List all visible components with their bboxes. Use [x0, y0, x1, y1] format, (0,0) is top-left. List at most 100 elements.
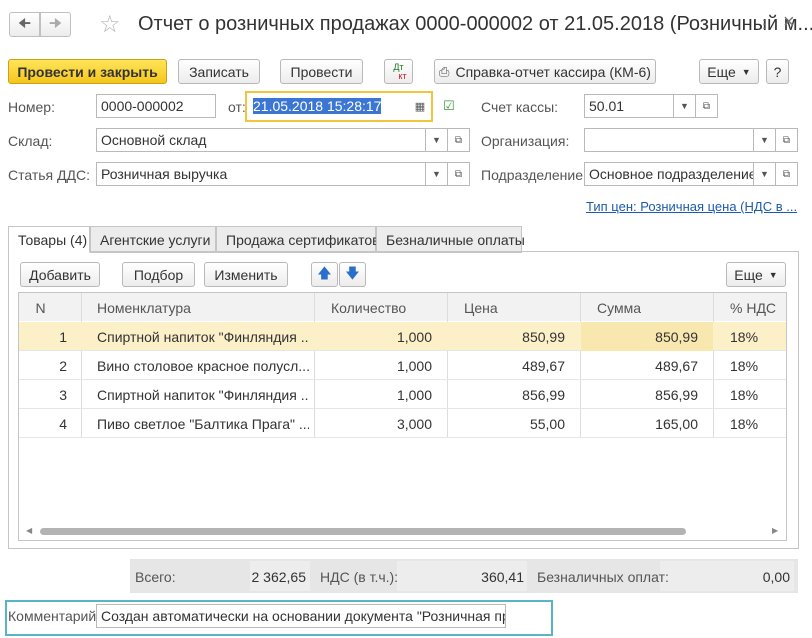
- cashless-label: Безналичных оплат:: [537, 569, 669, 585]
- printer-icon: ⎙: [439, 63, 450, 79]
- open-icon: ⧉: [782, 168, 791, 180]
- chevron-down-icon: ▼: [768, 269, 778, 280]
- row-price: 850,99: [522, 328, 565, 345]
- arrow-left-icon: 🠈: [17, 14, 31, 31]
- select-button[interactable]: Подбор: [122, 262, 195, 287]
- kt-label: кт: [398, 70, 407, 81]
- col-price[interactable]: Цена: [464, 293, 564, 322]
- organization-field[interactable]: [584, 128, 754, 152]
- row-number: 4: [59, 415, 67, 432]
- chevron-down-icon: ▼: [432, 169, 441, 179]
- row-vat: 18%: [730, 328, 759, 345]
- table-more-button[interactable]: Еще ▼: [726, 262, 786, 287]
- division-dropdown[interactable]: ▼: [754, 162, 776, 186]
- cash-flow-field[interactable]: Розничная выручка: [96, 162, 426, 186]
- col-sum[interactable]: Сумма: [597, 293, 697, 322]
- back-button[interactable]: 🠈: [9, 12, 40, 37]
- forward-button[interactable]: 🠊: [40, 12, 71, 37]
- move-up-button[interactable]: 🡅: [311, 262, 338, 287]
- tab-agent-services[interactable]: Агентские услуги: [90, 226, 216, 253]
- row-vat: 18%: [730, 415, 759, 432]
- page-title: Отчет о розничных продажах 0000-000002 о…: [138, 13, 812, 35]
- open-icon: ⧉: [454, 134, 463, 146]
- col-qty[interactable]: Количество: [331, 293, 441, 322]
- post-and-close-button[interactable]: Провести и закрыть: [8, 59, 167, 84]
- cashier-report-button[interactable]: ⎙ Справка-отчет кассира (КМ-6): [434, 59, 656, 84]
- organization-label: Организация:: [481, 133, 570, 149]
- organization-dropdown[interactable]: ▼: [754, 128, 776, 152]
- chevron-down-icon: ▼: [432, 135, 441, 145]
- open-icon: ⧉: [702, 100, 711, 112]
- col-name[interactable]: Номенклатура: [97, 293, 297, 322]
- chevron-down-icon: ▼: [760, 169, 769, 179]
- col-n[interactable]: N: [19, 293, 62, 322]
- comment-label: Комментарий:: [8, 608, 101, 624]
- cash-flow-label: Статья ДДС:: [8, 167, 90, 183]
- total-value: 2 362,65: [251, 569, 307, 585]
- row-name: Пиво светлое "Балтика Прага" ...: [97, 415, 309, 432]
- more-button[interactable]: Еще ▼: [699, 59, 759, 84]
- row-sum: 165,00: [655, 415, 698, 432]
- warehouse-open[interactable]: ⧉: [448, 128, 470, 152]
- open-icon: ⧉: [782, 134, 791, 146]
- more-icon[interactable]: ⋮: [758, 17, 770, 31]
- close-icon[interactable]: ×: [783, 11, 795, 34]
- row-qty: 3,000: [396, 415, 432, 432]
- col-vat[interactable]: % НДС: [730, 293, 786, 322]
- price-type-link[interactable]: Тип цен: Розничная цена (НДС в ...: [586, 199, 797, 214]
- cashier-report-label: Справка-отчет кассира (КМ-6): [455, 63, 651, 80]
- arrow-down-icon: 🡇: [345, 264, 360, 281]
- more-label: Еще: [707, 63, 736, 80]
- dt-kt-button[interactable]: Дт кт: [384, 59, 413, 84]
- total-label: Всего:: [135, 569, 176, 585]
- cash-account-dropdown[interactable]: ▼: [674, 94, 696, 118]
- post-button[interactable]: Провести: [280, 59, 363, 84]
- date-field[interactable]: 21.05.2018 15:28:17: [249, 94, 409, 118]
- tab-goods[interactable]: Товары (4): [8, 226, 90, 253]
- warehouse-label: Склад:: [8, 133, 53, 149]
- help-button[interactable]: ?: [766, 59, 789, 84]
- number-field[interactable]: 0000-000002: [96, 94, 216, 118]
- comment-field[interactable]: Создан автоматически на основании докуме…: [96, 604, 506, 628]
- division-open[interactable]: ⧉: [776, 162, 798, 186]
- horizontal-scrollbar[interactable]: [40, 528, 686, 535]
- save-button[interactable]: Записать: [178, 59, 260, 84]
- table-more-label: Еще: [734, 266, 763, 283]
- chevron-down-icon: ▼: [760, 135, 769, 145]
- row-number: 2: [59, 357, 67, 374]
- warehouse-dropdown[interactable]: ▼: [426, 128, 448, 152]
- row-qty: 1,000: [396, 357, 432, 374]
- star-icon[interactable]: ☆: [99, 10, 121, 39]
- number-label: Номер:: [8, 99, 55, 115]
- cash-flow-open[interactable]: ⧉: [448, 162, 470, 186]
- organization-open[interactable]: ⧉: [776, 128, 798, 152]
- cashless-value: 0,00: [762, 569, 790, 585]
- scroll-right-icon[interactable]: ▶: [772, 526, 778, 535]
- warehouse-field[interactable]: Основной склад: [96, 128, 426, 152]
- arrow-right-icon: 🠊: [48, 14, 62, 31]
- row-number: 1: [59, 328, 67, 345]
- division-label: Подразделение:: [481, 167, 587, 183]
- add-button[interactable]: Добавить: [20, 262, 100, 287]
- row-price: 856,99: [522, 386, 565, 403]
- scroll-left-icon[interactable]: ◀: [26, 526, 32, 535]
- arrow-up-icon: 🡅: [317, 264, 332, 281]
- calendar-icon[interactable]: ▦: [409, 95, 431, 117]
- row-qty: 1,000: [396, 386, 432, 403]
- division-field[interactable]: Основное подразделение: [584, 162, 754, 186]
- row-name: Спиртной напиток "Финляндия ...: [97, 386, 309, 403]
- row-price: 489,67: [522, 357, 565, 374]
- chevron-down-icon: ▼: [741, 66, 751, 77]
- move-down-button[interactable]: 🡇: [339, 262, 366, 287]
- open-icon: ⧉: [454, 168, 463, 180]
- row-vat: 18%: [730, 386, 759, 403]
- tab-cashless[interactable]: Безналичные оплаты: [376, 226, 525, 253]
- cash-account-open[interactable]: ⧉: [696, 94, 718, 118]
- row-sum: 856,99: [655, 386, 698, 403]
- tab-certificates[interactable]: Продажа сертификатов: [216, 226, 380, 253]
- cash-flow-dropdown[interactable]: ▼: [426, 162, 448, 186]
- check-list-icon[interactable]: ☑: [443, 98, 455, 114]
- change-button[interactable]: Изменить: [204, 262, 288, 287]
- chevron-down-icon: ▼: [680, 101, 689, 111]
- cash-account-field[interactable]: 50.01: [584, 94, 674, 118]
